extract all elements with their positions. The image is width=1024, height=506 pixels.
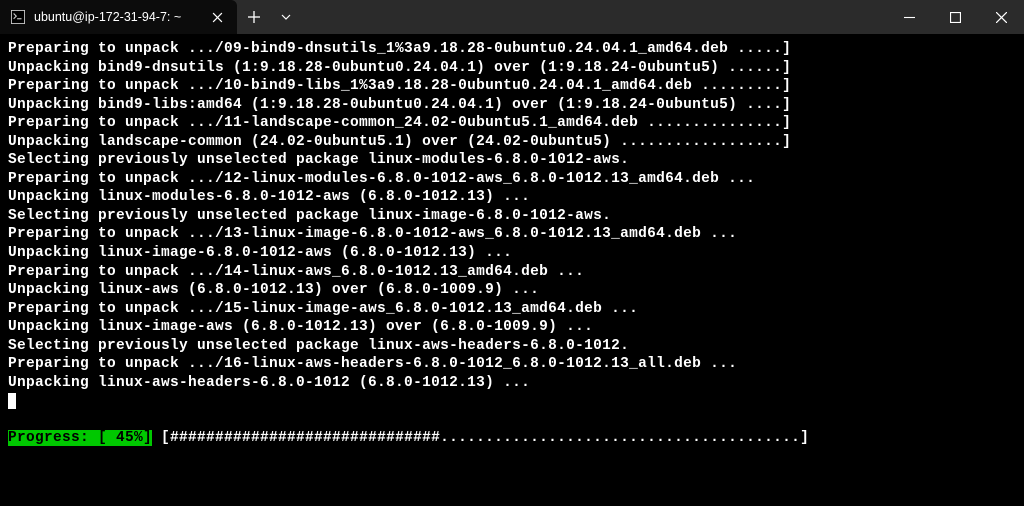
output-line: Preparing to unpack .../10-bind9-libs_1%… [8, 77, 1016, 96]
terminal-tab[interactable]: ubuntu@ip-172-31-94-7: ~ [0, 0, 237, 34]
tab-dropdown-button[interactable] [271, 0, 301, 34]
output-line: Selecting previously unselected package … [8, 207, 1016, 226]
progress-line: Progress: [ 45%] [######################… [8, 429, 1016, 448]
titlebar: ubuntu@ip-172-31-94-7: ~ [0, 0, 1024, 34]
minimize-button[interactable] [886, 0, 932, 34]
output-line: Preparing to unpack .../13-linux-image-6… [8, 225, 1016, 244]
cursor [8, 393, 16, 409]
window-controls [886, 0, 1024, 34]
output-line: Preparing to unpack .../11-landscape-com… [8, 114, 1016, 133]
output-line: Unpacking linux-modules-6.8.0-1012-aws (… [8, 188, 1016, 207]
output-line: Selecting previously unselected package … [8, 337, 1016, 356]
output-line: Unpacking linux-image-6.8.0-1012-aws (6.… [8, 244, 1016, 263]
close-button[interactable] [978, 0, 1024, 34]
output-line: Unpacking landscape-common (24.02-0ubunt… [8, 133, 1016, 152]
output-line: Preparing to unpack .../12-linux-modules… [8, 170, 1016, 189]
output-line: Preparing to unpack .../16-linux-aws-hea… [8, 355, 1016, 374]
output-line: Preparing to unpack .../15-linux-image-a… [8, 300, 1016, 319]
cursor-line [8, 392, 1016, 411]
terminal-output[interactable]: Preparing to unpack .../09-bind9-dnsutil… [0, 34, 1024, 506]
output-line: Unpacking linux-image-aws (6.8.0-1012.13… [8, 318, 1016, 337]
progress-label: Progress: [ 45%] [8, 430, 152, 446]
output-line: Unpacking linux-aws (6.8.0-1012.13) over… [8, 281, 1016, 300]
output-line: Unpacking bind9-libs:amd64 (1:9.18.28-0u… [8, 96, 1016, 115]
output-line: Preparing to unpack .../14-linux-aws_6.8… [8, 263, 1016, 282]
output-line: Selecting previously unselected package … [8, 151, 1016, 170]
new-tab-button[interactable] [237, 0, 271, 34]
tab-title: ubuntu@ip-172-31-94-7: ~ [34, 10, 181, 24]
blank-line [8, 411, 1016, 429]
terminal-icon [10, 9, 26, 25]
output-line: Unpacking bind9-dnsutils (1:9.18.28-0ubu… [8, 59, 1016, 78]
output-line: Preparing to unpack .../09-bind9-dnsutil… [8, 40, 1016, 59]
maximize-button[interactable] [932, 0, 978, 34]
output-line: Unpacking linux-aws-headers-6.8.0-1012 (… [8, 374, 1016, 393]
titlebar-drag-area[interactable] [301, 0, 886, 34]
progress-bar: [##############################.........… [152, 430, 818, 446]
tab-close-button[interactable] [207, 7, 227, 27]
